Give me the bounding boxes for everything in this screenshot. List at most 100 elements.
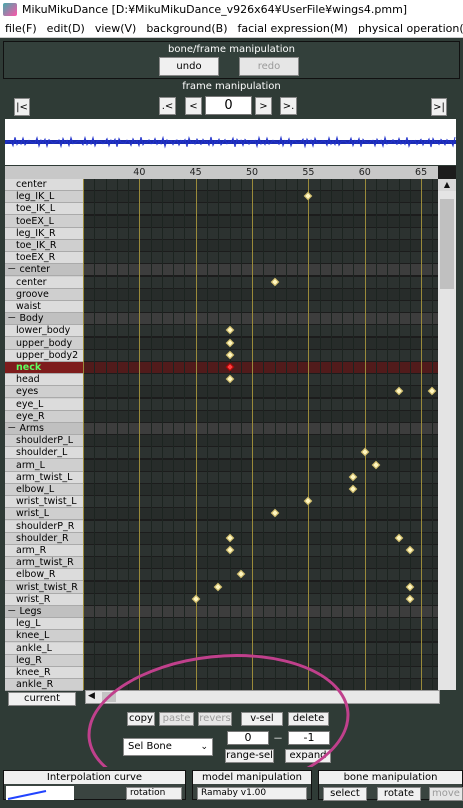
bone-label[interactable]: elbow_R xyxy=(5,569,83,582)
scroll-left-arrow[interactable]: ◀ xyxy=(88,691,95,701)
keyframe-row[interactable] xyxy=(83,276,438,288)
keyframe-row[interactable] xyxy=(83,484,438,495)
keyframe-row[interactable] xyxy=(83,423,438,434)
bone-label[interactable]: toe_IK_R xyxy=(5,240,83,252)
prev-frame-button[interactable]: < xyxy=(185,97,202,115)
bone-label[interactable]: toeEX_R xyxy=(5,252,83,265)
bone-label[interactable]: eye_R xyxy=(5,410,83,423)
bone-label[interactable]: lower_body xyxy=(5,325,83,338)
interpolation-curve-graph[interactable] xyxy=(6,786,74,800)
current-button[interactable]: current xyxy=(8,692,76,706)
keyframe-row[interactable] xyxy=(83,240,438,251)
bone-label[interactable]: arm_twist_L xyxy=(5,471,83,484)
bone-label[interactable]: leg_IK_L xyxy=(5,191,83,204)
keyframe-row[interactable] xyxy=(83,557,438,569)
interpolation-type-select[interactable]: rotation xyxy=(126,787,182,800)
bone-label[interactable]: arm_L xyxy=(5,459,83,472)
bone-label[interactable]: upper_body2 xyxy=(5,349,83,362)
timeline-vertical-scrollbar[interactable]: ▲ xyxy=(438,179,456,690)
keyframe-row[interactable] xyxy=(83,606,438,617)
keyframe-row[interactable] xyxy=(83,386,438,398)
keyframe-row[interactable] xyxy=(83,349,438,361)
bone-group-label[interactable]: － Legs xyxy=(5,606,83,618)
keyframe-row[interactable] xyxy=(83,264,438,276)
bone-label[interactable]: ankle_L xyxy=(5,642,83,655)
prev-key-button[interactable]: .< xyxy=(159,97,176,115)
bone-label[interactable]: knee_R xyxy=(5,667,83,679)
keyframe-row[interactable] xyxy=(83,471,438,483)
bone-label[interactable]: wrist_twist_L xyxy=(5,496,83,509)
bone-label[interactable]: shoulderP_R xyxy=(5,520,83,533)
keyframe-row[interactable] xyxy=(83,203,438,215)
keyframe-row[interactable] xyxy=(83,630,438,642)
scroll-thumb[interactable] xyxy=(440,199,454,289)
rotate-button[interactable]: rotate xyxy=(377,787,421,801)
bone-label[interactable]: knee_L xyxy=(5,630,83,643)
keyframe-row[interactable] xyxy=(83,508,438,520)
keyframe-row[interactable] xyxy=(83,227,438,239)
audio-waveform[interactable] xyxy=(4,119,456,165)
model-select[interactable]: Ramaby v1.00 xyxy=(197,787,307,800)
undo-button[interactable]: undo xyxy=(159,57,219,76)
bone-label[interactable]: ankle_R xyxy=(5,679,83,692)
menu-physical-operation[interactable]: physical operation(P) xyxy=(353,19,463,37)
keyframe-row[interactable] xyxy=(83,642,438,654)
bone-label[interactable]: center xyxy=(5,276,83,289)
bone-label[interactable]: leg_L xyxy=(5,618,83,631)
frame-number-field[interactable]: 0 xyxy=(205,96,252,115)
keyframe-row[interactable] xyxy=(83,410,438,422)
keyframe-row[interactable] xyxy=(83,520,438,532)
bone-label[interactable]: eye_L xyxy=(5,398,83,411)
keyframe-row[interactable] xyxy=(83,252,438,264)
keyframe-row[interactable] xyxy=(83,215,438,227)
keyframe-row[interactable] xyxy=(83,313,438,325)
keyframe-row[interactable] xyxy=(83,618,438,630)
bone-group-label[interactable]: － Body xyxy=(5,313,83,326)
bone-label[interactable]: elbow_L xyxy=(5,484,83,496)
bone-label[interactable]: groove xyxy=(5,288,83,301)
keyframe-row[interactable] xyxy=(83,545,438,556)
frame-ruler[interactable]: 40 45 50 55 60 65 xyxy=(83,166,438,179)
last-frame-button[interactable]: >| xyxy=(431,98,447,116)
menu-view[interactable]: view(V) xyxy=(90,19,141,37)
keyframe-row[interactable] xyxy=(83,593,438,605)
bone-label[interactable]: toe_IK_L xyxy=(5,203,83,216)
scroll-up-arrow[interactable]: ▲ xyxy=(438,179,456,191)
bone-group-label[interactable]: － center xyxy=(5,264,83,277)
bone-label[interactable]: shoulderP_L xyxy=(5,435,83,448)
keyframe-row[interactable] xyxy=(83,496,438,508)
keyframe-row[interactable] xyxy=(83,179,438,190)
select-button[interactable]: select xyxy=(323,787,367,801)
keyframe-row[interactable] xyxy=(83,325,438,337)
redo-button[interactable]: redo xyxy=(239,57,299,76)
keyframe-row[interactable] xyxy=(83,337,438,349)
bone-label[interactable]: wrist_R xyxy=(5,593,83,606)
keyframe-row[interactable] xyxy=(83,301,438,312)
keyframe-row[interactable] xyxy=(83,459,438,471)
bone-label[interactable]: shoulder_L xyxy=(5,447,83,460)
keyframe-row[interactable] xyxy=(83,569,438,581)
keyframe-row[interactable] xyxy=(83,398,438,410)
bone-label[interactable]: waist xyxy=(5,301,83,313)
bone-label[interactable]: wrist_twist_R xyxy=(5,581,83,594)
keyframe-row[interactable] xyxy=(83,447,438,459)
bone-group-label[interactable]: － Arms xyxy=(5,423,83,435)
first-frame-button[interactable]: |< xyxy=(14,98,30,116)
move-button[interactable]: move xyxy=(429,787,463,801)
keyframe-row[interactable] xyxy=(83,191,438,203)
keyframe-row[interactable] xyxy=(83,581,438,593)
bone-label[interactable]: leg_IK_R xyxy=(5,227,83,240)
bone-label[interactable]: upper_body xyxy=(5,337,83,350)
keyframe-row[interactable] xyxy=(83,435,438,447)
keyframe-row[interactable] xyxy=(83,374,438,386)
bone-label[interactable]: eyes xyxy=(5,386,83,399)
bone-label[interactable]: wrist_L xyxy=(5,508,83,521)
menu-file[interactable]: file(F) xyxy=(0,19,42,37)
keyframe-grid[interactable] xyxy=(83,179,438,690)
bone-label[interactable]: head xyxy=(5,374,83,387)
bone-label[interactable]: arm_twist_R xyxy=(5,557,83,570)
bone-label[interactable]: neck xyxy=(5,362,83,374)
keyframe-row[interactable] xyxy=(83,362,438,373)
bone-label[interactable]: shoulder_R xyxy=(5,532,83,545)
bone-label[interactable]: toeEX_L xyxy=(5,215,83,228)
